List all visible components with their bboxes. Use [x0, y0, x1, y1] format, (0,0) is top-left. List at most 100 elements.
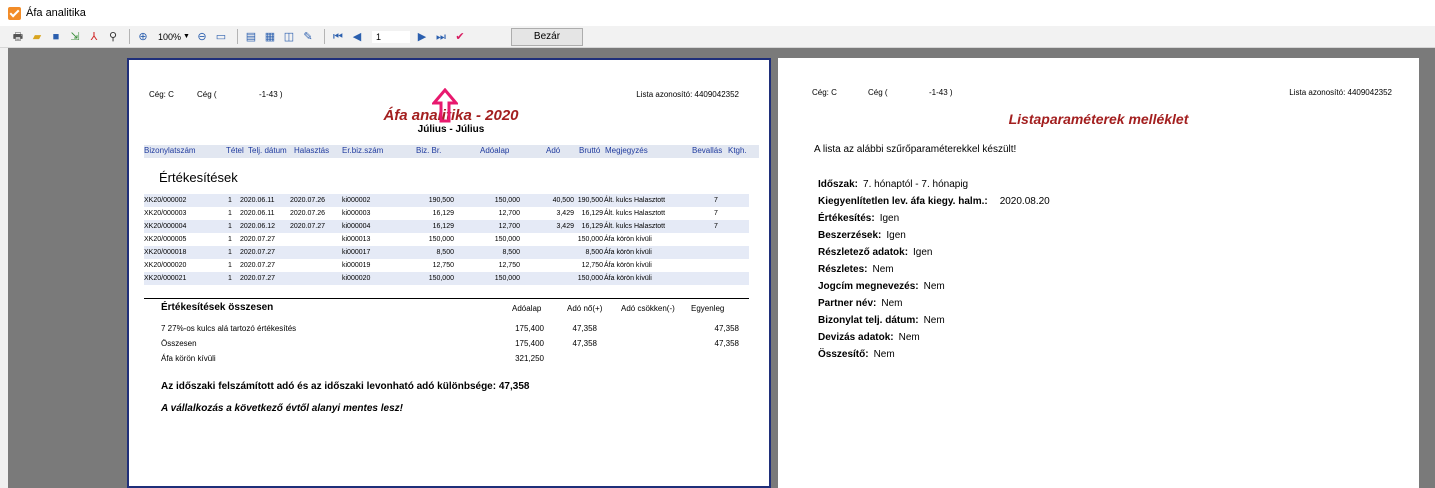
- parameter-label: Jogcím megnevezés:: [818, 281, 919, 292]
- list-id: Lista azonosító: 4409042352: [636, 90, 739, 99]
- summary-cell: 47,358: [572, 324, 597, 333]
- table-cell: 2020.07.27: [290, 223, 326, 230]
- report-viewer[interactable]: Cég: C Cég ( -1-43 ) Lista azonosító: 44…: [8, 48, 1435, 488]
- table-cell: 2020.06.12: [240, 223, 276, 230]
- table-row: XK20/000021 1 2020.07.27 ki000020 150,000 150…: [144, 272, 749, 285]
- parameter-value: Igen: [886, 230, 906, 241]
- summary-row: Összesen 175,400 47,358 47,358: [129, 339, 769, 353]
- prev-page-icon[interactable]: ◀: [349, 29, 365, 45]
- section-title: Értékesítések: [159, 170, 238, 185]
- last-page-icon[interactable]: ⏭: [433, 29, 449, 45]
- summary-col-plus: Adó nő(+): [567, 304, 603, 313]
- summary-col-minus: Adó csökken(-): [621, 304, 675, 313]
- summary-cell: 47,358: [714, 339, 739, 348]
- parameter-label: Kiegyenlítetlen lev. áfa kiegy. halm.:: [818, 196, 988, 207]
- save-icon[interactable]: ■: [48, 29, 64, 45]
- table-cell: 150,000: [577, 236, 603, 243]
- table-cell: 2020.07.27: [240, 236, 276, 243]
- col-gross-doc: Biz. Br.: [416, 146, 442, 155]
- zoom-in-icon[interactable]: ⊕: [135, 29, 151, 45]
- table-cell: XK20/000004: [144, 223, 187, 230]
- table-cell: 8,500: [502, 249, 520, 256]
- table-cell: 12,750: [432, 262, 454, 269]
- table-row: XK20/000020 1 2020.07.27 ki000019 12,750 12,7…: [144, 259, 749, 272]
- export-icon[interactable]: ⇲: [67, 29, 83, 45]
- summary-col-balance: Egyenleg: [691, 304, 725, 313]
- table-cell: 2020.07.27: [240, 249, 276, 256]
- table-cell: 1: [228, 262, 232, 269]
- table-cell: Áfa körön kívüli: [604, 236, 652, 243]
- next-page-icon[interactable]: ▶: [414, 29, 430, 45]
- parameter-item: Beszerzések: Igen: [818, 230, 906, 241]
- table-cell: XK20/000018: [144, 249, 187, 256]
- table-cell: 3,429: [556, 223, 574, 230]
- table-cell: 16,129: [432, 210, 454, 217]
- summary-cell: 7 27%-os kulcs alá tartozó értékesítés: [161, 324, 297, 333]
- first-page-icon[interactable]: ⏮: [330, 29, 346, 45]
- single-page-icon[interactable]: ▤: [243, 29, 259, 45]
- table-cell: 1: [228, 275, 232, 282]
- table-cell: 1: [228, 249, 232, 256]
- parameter-item: Bizonylat telj. dátum: Nem: [818, 315, 945, 326]
- parameter-label: Időszak:: [818, 179, 859, 190]
- parameter-label: Bizonylat telj. dátum:: [818, 315, 919, 326]
- print-icon[interactable]: 🖶: [10, 29, 26, 45]
- table-cell: 7: [714, 223, 718, 230]
- parameter-item: Részletes: Nem: [818, 264, 894, 275]
- appendix-intro: A lista az alábbi szűrőparaméterekkel ké…: [814, 144, 1017, 155]
- toolbar-separator: [236, 29, 238, 44]
- col-cost-center: Ktgh.: [728, 146, 747, 155]
- table-row: XK20/000018 1 2020.07.27 ki000017 8,500 8,500…: [144, 246, 749, 259]
- parameter-value: Nem: [881, 298, 903, 309]
- toolbar: 🖶 ▰ ■ ⇲ ⅄ ⚲ ⊕ 100% ▼ ⊖ ▭ ▤ ▦ ◫ ✎ ⏮ ◀ 1 ▶ …: [0, 26, 1435, 48]
- parameter-label: Értékesítés:: [818, 213, 875, 224]
- chevron-down-icon: ▼: [183, 33, 190, 40]
- summary-title: Értékesítések összesen: [161, 302, 274, 313]
- company-code: -1-43 ): [929, 88, 953, 97]
- col-note: Megjegyzés: [605, 146, 648, 155]
- table-cell: 7: [714, 210, 718, 217]
- parameter-label: Összesítő:: [818, 349, 869, 360]
- parameter-item: Kiegyenlítetlen lev. áfa kiegy. halm.: 20…: [818, 196, 1050, 207]
- table-cell: 8,500: [585, 249, 603, 256]
- book-view-icon[interactable]: ◫: [281, 29, 297, 45]
- table-cell: 12,700: [498, 223, 520, 230]
- col-item: Tétel: [226, 146, 244, 155]
- summary-cell: Összesen: [161, 339, 197, 348]
- pdf-icon[interactable]: ⅄: [86, 29, 102, 45]
- checkmark-icon[interactable]: ✔: [452, 29, 468, 45]
- summary-cell: 321,250: [515, 354, 544, 363]
- summary-cell: 47,358: [572, 339, 597, 348]
- table-cell: ki000004: [342, 223, 371, 230]
- parameter-item: Értékesítés: Igen: [818, 213, 899, 224]
- table-row: XK20/000004 1 2020.06.12 2020.07.27 ki000004…: [144, 220, 749, 233]
- edit-page-icon[interactable]: ✎: [300, 29, 316, 45]
- col-base: Adóalap: [480, 146, 510, 155]
- col-defer: Halasztás: [294, 146, 330, 155]
- table-cell: 2020.07.26: [290, 210, 326, 217]
- table-cell: 16,129: [432, 223, 454, 230]
- parameter-label: Partner név:: [818, 298, 877, 309]
- company-label: Cég: C: [149, 90, 174, 99]
- zoom-select[interactable]: 100% ▼: [158, 32, 190, 42]
- multi-page-icon[interactable]: ▦: [262, 29, 278, 45]
- table-cell: 8,500: [436, 249, 454, 256]
- table-cell: 150,000: [494, 197, 520, 204]
- zoom-out-icon[interactable]: ⊖: [194, 29, 210, 45]
- report-page-2: Cég: C Cég ( -1-43 ) Lista azonosító: 44…: [778, 58, 1419, 488]
- parameter-value: 2020.08.20: [999, 196, 1050, 207]
- parameter-value: Nem: [873, 349, 895, 360]
- parameter-value: 7. hónaptól - 7. hónapig: [863, 179, 969, 190]
- close-button[interactable]: Bezár: [510, 27, 583, 46]
- page-number-input[interactable]: 1: [370, 29, 411, 44]
- parameter-value: Nem: [923, 315, 945, 326]
- parameter-value: Nem: [898, 332, 920, 343]
- toolbar-separator: [323, 29, 325, 44]
- table-cell: 150,000: [428, 275, 454, 282]
- open-folder-icon[interactable]: ▰: [29, 29, 45, 45]
- find-icon[interactable]: ⚲: [105, 29, 121, 45]
- table-cell: ki000020: [342, 275, 371, 282]
- page-width-icon[interactable]: ▭: [213, 29, 229, 45]
- table-cell: 150,000: [494, 236, 520, 243]
- table-cell: Ált. kulcs Halasztott: [604, 197, 666, 204]
